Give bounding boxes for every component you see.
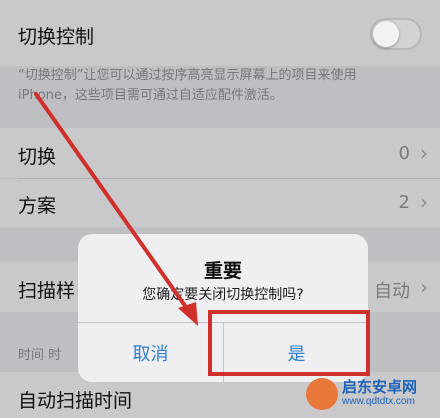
watermark-name: 启东安卓网 <box>342 378 418 396</box>
annotation-highlight-box <box>208 310 370 376</box>
watermark-url: www.qdtdtx.com <box>342 396 415 407</box>
watermark-logo-icon <box>306 378 338 410</box>
watermark: 启东安卓网 www.qdtdtx.com <box>306 374 432 414</box>
